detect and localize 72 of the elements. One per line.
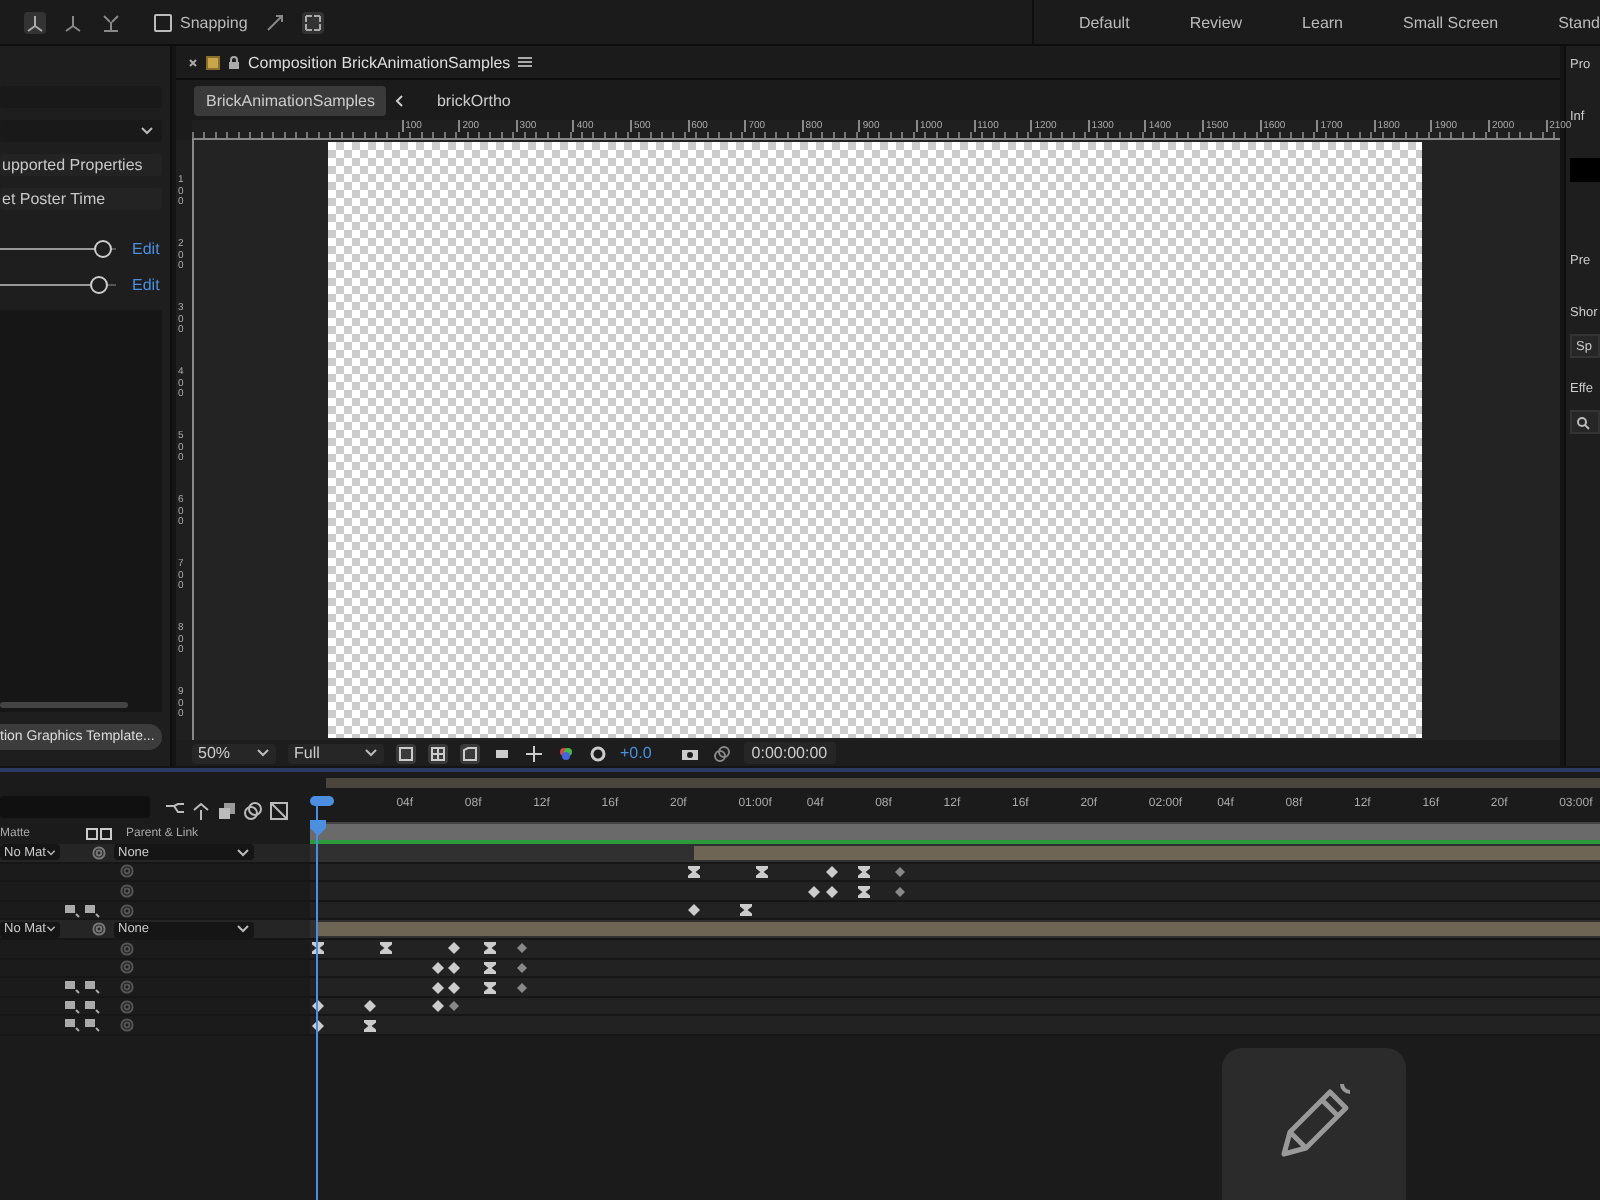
region-icon[interactable]: [396, 743, 416, 763]
color-channels-icon[interactable]: [556, 743, 576, 763]
scrollbar[interactable]: [0, 702, 128, 708]
mask-icon[interactable]: [460, 743, 480, 763]
snapping-checkbox[interactable]: [154, 13, 172, 31]
snap-icon[interactable]: [263, 11, 286, 33]
grid-icon[interactable]: [428, 743, 448, 763]
switch-icon[interactable]: [84, 979, 100, 994]
easy-ease-keyframe-icon[interactable]: [483, 981, 496, 994]
panel-button[interactable]: upported Properties: [0, 154, 162, 176]
snapping-label: Snapping: [180, 13, 248, 31]
easy-ease-keyframe-icon[interactable]: [483, 942, 496, 955]
breadcrumb-tab[interactable]: brickOrtho: [424, 85, 523, 115]
close-icon[interactable]: [188, 57, 198, 67]
chevron-left-icon[interactable]: [394, 93, 407, 107]
workspace-tab[interactable]: Learn: [1302, 13, 1344, 31]
chevron-down-icon: [140, 126, 154, 136]
motion-blur-icon[interactable]: [244, 801, 262, 819]
edit-link[interactable]: Edit: [132, 275, 160, 293]
switch-icon[interactable]: [84, 1018, 100, 1033]
easy-ease-keyframe-icon[interactable]: [756, 866, 769, 879]
chevron-down-icon: [256, 748, 270, 758]
switch-icon[interactable]: [64, 1018, 80, 1033]
easy-ease-keyframe-icon[interactable]: [380, 942, 393, 955]
breadcrumb-tab[interactable]: BrickAnimationSamples: [194, 85, 387, 115]
switch-icon[interactable]: [64, 979, 80, 994]
chevron-down-icon: [236, 847, 250, 858]
easy-ease-keyframe-icon[interactable]: [740, 904, 752, 917]
snapshot-icon[interactable]: [711, 743, 732, 763]
switch-icon[interactable]: [84, 999, 100, 1014]
chevron-down-icon: [364, 748, 378, 758]
graph-editor-icon[interactable]: [270, 801, 288, 819]
switch-icon: [86, 828, 115, 840]
resolution-dropdown[interactable]: Full: [288, 743, 384, 763]
switch-icon[interactable]: [64, 903, 80, 918]
edit-link[interactable]: Edit: [132, 239, 160, 257]
color-swatch: [1570, 158, 1600, 182]
panel-button[interactable]: et Poster Time: [0, 188, 162, 210]
lock-icon[interactable]: [228, 55, 240, 69]
snap-icon[interactable]: [301, 11, 324, 33]
chevron-down-icon: [45, 847, 56, 858]
workspace-tab[interactable]: Review: [1189, 13, 1243, 31]
axis-icon[interactable]: [100, 11, 122, 33]
flowchart-icon[interactable]: [166, 801, 184, 819]
composition-icon: [206, 55, 220, 69]
workspace-tab[interactable]: Default: [1078, 13, 1130, 31]
slider-thumb[interactable]: [90, 275, 109, 293]
slider-thumb[interactable]: [94, 239, 113, 257]
workspace-tab[interactable]: Small Screen: [1403, 13, 1499, 31]
exposure-icon[interactable]: [588, 743, 608, 763]
axis-icon[interactable]: [24, 11, 46, 33]
chevron-down-icon: [45, 924, 56, 935]
work-area-handle[interactable]: [310, 796, 334, 806]
workspace-tab[interactable]: Stand: [1558, 13, 1600, 31]
easy-ease-keyframe-icon[interactable]: [483, 962, 496, 975]
shy-icon[interactable]: [192, 801, 210, 819]
easy-ease-keyframe-icon[interactable]: [858, 885, 871, 898]
menu-icon[interactable]: [518, 56, 533, 68]
panel-title: Composition BrickAnimationSamples: [248, 53, 511, 71]
crosshair-icon[interactable]: [524, 743, 544, 763]
easy-ease-keyframe-icon[interactable]: [688, 866, 701, 879]
switch-icon[interactable]: [64, 999, 80, 1014]
switch-icon[interactable]: [84, 903, 100, 918]
frame-blending-icon[interactable]: [218, 801, 236, 819]
chevron-down-icon: [236, 924, 250, 935]
timecode-display[interactable]: 0:00:00:00: [743, 742, 836, 764]
magnification-dropdown[interactable]: 50%: [192, 743, 276, 763]
axis-icon[interactable]: [62, 11, 84, 33]
exposure-value[interactable]: +0.0: [620, 744, 652, 762]
easy-ease-keyframe-icon[interactable]: [363, 1019, 376, 1032]
search-icon[interactable]: [1576, 415, 1590, 429]
easy-ease-keyframe-icon[interactable]: [858, 866, 871, 879]
